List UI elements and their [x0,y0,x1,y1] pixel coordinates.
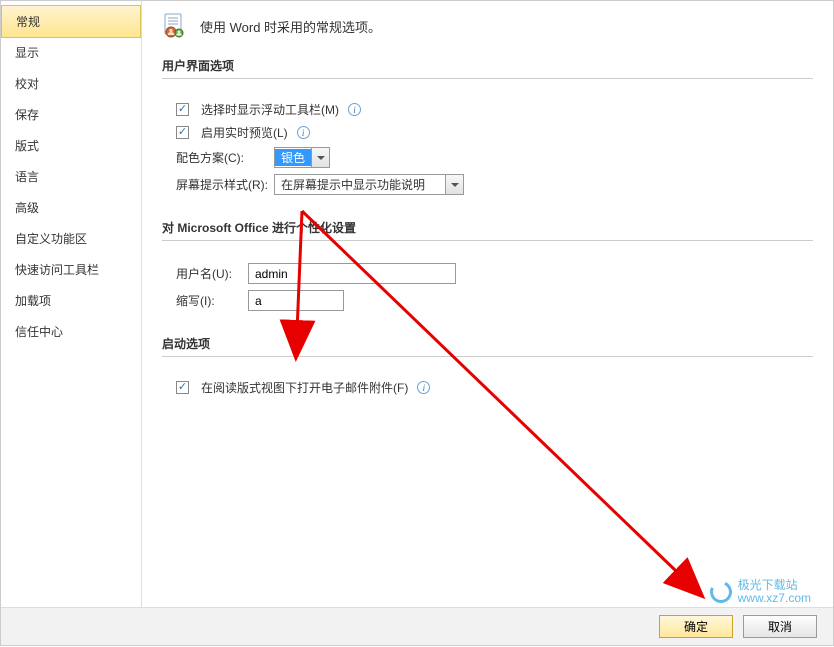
label-screentip: 屏幕提示样式(R): [176,176,268,193]
sidebar-item-label: 高级 [15,201,39,215]
section-personalize: 用户名(U): 缩写(I): [162,253,813,325]
info-icon[interactable] [348,103,361,116]
ok-button[interactable]: 确定 [659,615,733,638]
content-header-text: 使用 Word 时采用的常规选项。 [200,17,381,36]
sidebar-item-proofing[interactable]: 校对 [1,68,141,99]
checkbox-mini-toolbar[interactable] [176,103,189,116]
dialog-body: 常规 显示 校对 保存 版式 语言 高级 自定义功能区 快速访问工具栏 加载项 … [1,1,833,607]
sidebar-item-layout[interactable]: 版式 [1,130,141,161]
sidebar-item-label: 自定义功能区 [15,232,87,246]
sidebar-item-display[interactable]: 显示 [1,37,141,68]
row-open-attachments: 在阅读版式视图下打开电子邮件附件(F) [176,379,813,396]
input-initials[interactable] [248,290,344,311]
label-color-scheme: 配色方案(C): [176,149,268,166]
label-live-preview: 启用实时预览(L) [201,124,288,141]
section-ui-options: 选择时显示浮动工具栏(M) 启用实时预览(L) 配色方案(C): 银色 [162,91,813,209]
label-initials: 缩写(I): [176,292,242,309]
section-startup-title: 启动选项 [162,335,813,357]
sidebar-item-customize-ribbon[interactable]: 自定义功能区 [1,223,141,254]
row-color-scheme: 配色方案(C): 银色 [176,147,813,168]
options-sidebar: 常规 显示 校对 保存 版式 语言 高级 自定义功能区 快速访问工具栏 加载项 … [1,1,142,607]
sidebar-item-general[interactable]: 常规 [1,5,141,38]
chevron-down-icon [445,175,463,194]
sidebar-item-language[interactable]: 语言 [1,161,141,192]
info-icon[interactable] [417,381,430,394]
chevron-down-icon [311,148,329,167]
section-personalize-title: 对 Microsoft Office 进行个性化设置 [162,219,813,241]
sidebar-item-label: 校对 [15,77,39,91]
word-options-dialog: 常规 显示 校对 保存 版式 语言 高级 自定义功能区 快速访问工具栏 加载项 … [0,0,834,646]
sidebar-item-label: 常规 [16,15,40,29]
section-ui-options-title: 用户界面选项 [162,57,813,79]
sidebar-item-trust-center[interactable]: 信任中心 [1,316,141,347]
general-options-icon [162,13,188,39]
content-panel: 使用 Word 时采用的常规选项。 用户界面选项 选择时显示浮动工具栏(M) 启… [142,1,833,607]
select-screentip[interactable]: 在屏幕提示中显示功能说明 [274,174,464,195]
info-icon[interactable] [297,126,310,139]
sidebar-item-label: 保存 [15,108,39,122]
sidebar-item-label: 信任中心 [15,325,63,339]
sidebar-item-label: 快速访问工具栏 [15,263,99,277]
row-live-preview: 启用实时预览(L) [176,124,813,141]
input-username[interactable] [248,263,456,284]
checkbox-open-attachments[interactable] [176,381,189,394]
label-username: 用户名(U): [176,265,242,282]
select-screentip-value: 在屏幕提示中显示功能说明 [275,176,445,193]
row-initials: 缩写(I): [176,290,813,311]
dialog-footer: 确定 取消 [1,607,833,645]
row-screentip: 屏幕提示样式(R): 在屏幕提示中显示功能说明 [176,174,813,195]
cancel-button[interactable]: 取消 [743,615,817,638]
label-open-attachments: 在阅读版式视图下打开电子邮件附件(F) [201,379,408,396]
sidebar-item-advanced[interactable]: 高级 [1,192,141,223]
select-color-scheme-value: 银色 [275,149,311,166]
row-username: 用户名(U): [176,263,813,284]
row-mini-toolbar: 选择时显示浮动工具栏(M) [176,101,813,118]
label-mini-toolbar: 选择时显示浮动工具栏(M) [201,101,339,118]
select-color-scheme[interactable]: 银色 [274,147,330,168]
sidebar-item-addins[interactable]: 加载项 [1,285,141,316]
sidebar-item-save[interactable]: 保存 [1,99,141,130]
sidebar-item-qat[interactable]: 快速访问工具栏 [1,254,141,285]
sidebar-item-label: 语言 [15,170,39,184]
section-startup: 在阅读版式视图下打开电子邮件附件(F) [162,369,813,410]
sidebar-item-label: 加载项 [15,294,51,308]
sidebar-item-label: 版式 [15,139,39,153]
content-header: 使用 Word 时采用的常规选项。 [162,13,813,39]
sidebar-item-label: 显示 [15,46,39,60]
checkbox-live-preview[interactable] [176,126,189,139]
